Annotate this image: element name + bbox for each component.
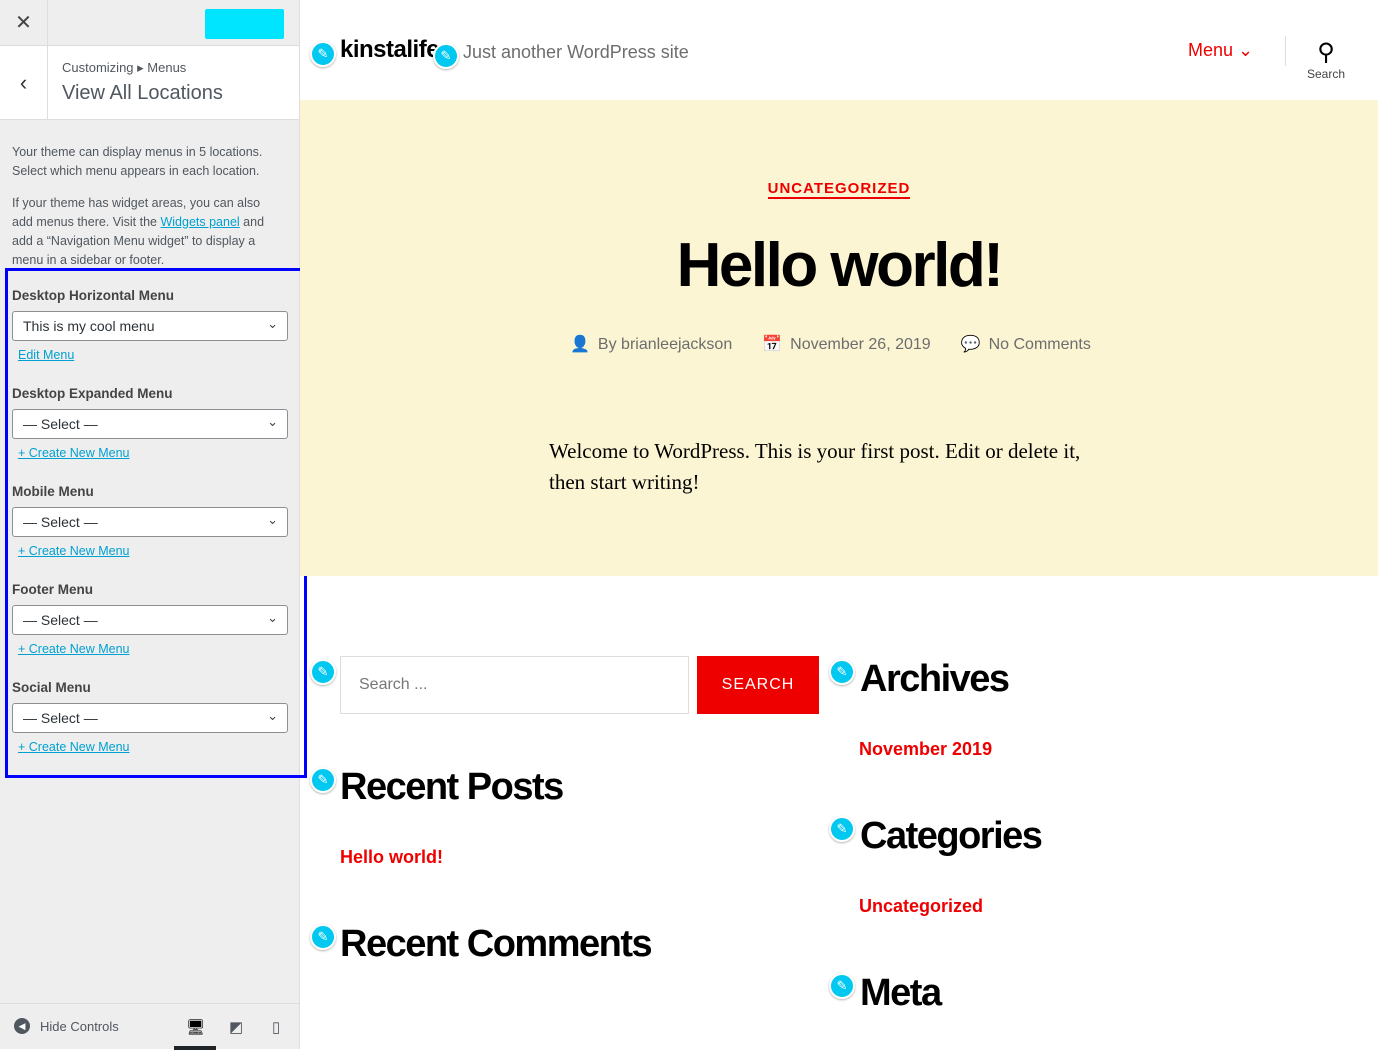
chevron-down-icon: ⌄: [267, 316, 278, 331]
chevron-down-icon: ⌄: [267, 708, 278, 723]
desktop-preview-icon[interactable]: 🖥: [186, 1018, 205, 1036]
create-new-menu-link[interactable]: + Create New Menu: [18, 740, 288, 754]
post-title[interactable]: Hello world!: [300, 230, 1378, 301]
menu-location: Desktop Horizontal Menu This is my cool …: [12, 288, 288, 362]
chevron-down-icon: ⌄: [267, 414, 278, 429]
calendar-icon: 📅: [762, 336, 783, 353]
menu-select[interactable]: This is my cool menu ⌄: [12, 311, 288, 341]
location-label: Mobile Menu: [12, 484, 94, 499]
active-device-indicator: [174, 1046, 216, 1050]
meta-heading: Meta: [860, 972, 942, 1014]
post-category: UNCATEGORIZED: [300, 180, 1378, 199]
post-hero: UNCATEGORIZED Hello world! 👤 By brianleej…: [300, 100, 1378, 576]
search-icon: ⚲: [1317, 39, 1335, 66]
recent-post-link[interactable]: Hello world!: [340, 847, 443, 868]
back-arrow-icon[interactable]: ‹: [0, 46, 48, 120]
site-preview: ✎ kinstalife ✎ Just another WordPress si…: [300, 0, 1378, 1049]
edit-pencil-icon[interactable]: ✎: [829, 659, 855, 685]
chevron-down-icon: ⌄: [1238, 40, 1254, 60]
create-new-menu-link[interactable]: + Create New Menu: [18, 642, 288, 656]
category-link[interactable]: Uncategorized: [859, 896, 983, 917]
archives-heading: Archives: [860, 658, 1010, 700]
recent-comments-heading: Recent Comments: [340, 923, 653, 965]
site-title[interactable]: kinstalife: [340, 36, 440, 64]
chevron-down-icon: ⌄: [267, 610, 278, 625]
customizer-topbar: ✕: [0, 0, 299, 46]
selected-value: — Select —: [23, 710, 98, 726]
post-author[interactable]: By brianleejackson: [598, 336, 732, 353]
menu-location: Footer Menu — Select — ⌄ + Create New Men…: [12, 582, 288, 656]
location-label: Desktop Horizontal Menu: [12, 288, 175, 303]
menu-location: Desktop Expanded Menu — Select — ⌄ + Crea…: [12, 386, 288, 460]
edit-pencil-icon[interactable]: ✎: [829, 973, 855, 999]
close-icon[interactable]: ✕: [0, 0, 48, 46]
edit-pencil-icon[interactable]: ✎: [310, 767, 336, 793]
edit-pencil-icon[interactable]: ✎: [310, 659, 336, 685]
create-new-menu-link[interactable]: + Create New Menu: [18, 446, 288, 460]
edit-pencil-icon[interactable]: ✎: [310, 41, 336, 67]
menu-select[interactable]: — Select — ⌄: [12, 409, 288, 439]
publish-button[interactable]: [205, 9, 284, 39]
post-body: Welcome to WordPress. This is your first…: [549, 439, 1081, 494]
menu-select[interactable]: — Select — ⌄: [12, 507, 288, 537]
description-widgets: If your theme has widget areas, you can …: [12, 194, 282, 270]
category-link[interactable]: UNCATEGORIZED: [767, 180, 911, 199]
archive-link[interactable]: November 2019: [859, 739, 992, 760]
widgets-panel-link[interactable]: Widgets panel: [160, 215, 239, 229]
hide-controls-button[interactable]: ◀ Hide Controls: [14, 1018, 119, 1034]
description: Your theme can display menus in 5 locati…: [12, 145, 263, 178]
selected-value: — Select —: [23, 612, 98, 628]
chevron-down-icon: ⌄: [267, 512, 278, 527]
edit-pencil-icon[interactable]: ✎: [829, 816, 855, 842]
customizer-sidebar: ✕ ‹ Customizing ▸ Menus View All Locatio…: [0, 0, 307, 1050]
location-label: Footer Menu: [12, 582, 93, 597]
mobile-preview-icon[interactable]: ▯: [272, 1018, 280, 1036]
comment-icon: 💬: [960, 336, 981, 353]
menu-select[interactable]: — Select — ⌄: [12, 605, 288, 635]
section-header: ‹ Customizing ▸ Menus View All Locations: [0, 46, 299, 120]
categories-heading: Categories: [860, 815, 1043, 857]
menu-select[interactable]: — Select — ⌄: [12, 703, 288, 733]
tablet-preview-icon[interactable]: ◩: [229, 1018, 243, 1036]
collapse-icon: ◀: [14, 1018, 30, 1034]
post-date[interactable]: November 26, 2019: [790, 336, 931, 353]
breadcrumb: Customizing ▸ Menus: [62, 60, 187, 75]
menu-label: Menu: [1188, 40, 1234, 60]
menu-location: Social Menu — Select — ⌄ + Create New Men…: [12, 680, 288, 754]
recent-posts-heading: Recent Posts: [340, 766, 564, 808]
user-icon: 👤: [570, 336, 590, 353]
create-new-menu-link[interactable]: + Create New Menu: [18, 544, 288, 558]
section-title: View All Locations: [62, 82, 223, 104]
divider: [1285, 36, 1286, 66]
selected-value: — Select —: [23, 514, 98, 530]
search-toggle[interactable]: ⚲ Search: [1300, 38, 1352, 81]
menu-location: Mobile Menu — Select — ⌄ + Create New Men…: [12, 484, 288, 558]
menu-toggle[interactable]: Menu ⌄: [1188, 40, 1253, 61]
location-label: Social Menu: [12, 680, 91, 695]
customizer-footer: ◀ Hide Controls 🖥 ◩ ▯: [0, 1003, 299, 1050]
selected-value: — Select —: [23, 416, 98, 432]
search-button[interactable]: SEARCH: [697, 656, 819, 714]
edit-pencil-icon[interactable]: ✎: [310, 924, 336, 950]
post-comments[interactable]: No Comments: [989, 336, 1091, 353]
edit-menu-link[interactable]: Edit Menu: [18, 348, 288, 362]
post-meta: 👤 By brianleejackson 📅 November 26, 2019 💬…: [570, 334, 1091, 354]
hide-controls-label: Hide Controls: [40, 1018, 119, 1034]
selected-value: This is my cool menu: [23, 318, 155, 334]
site-tagline: Just another WordPress site: [463, 42, 689, 62]
search-label: Search: [1306, 67, 1346, 81]
location-label: Desktop Expanded Menu: [12, 386, 173, 401]
search-input[interactable]: Search ...: [340, 656, 689, 714]
edit-pencil-icon[interactable]: ✎: [433, 43, 459, 69]
